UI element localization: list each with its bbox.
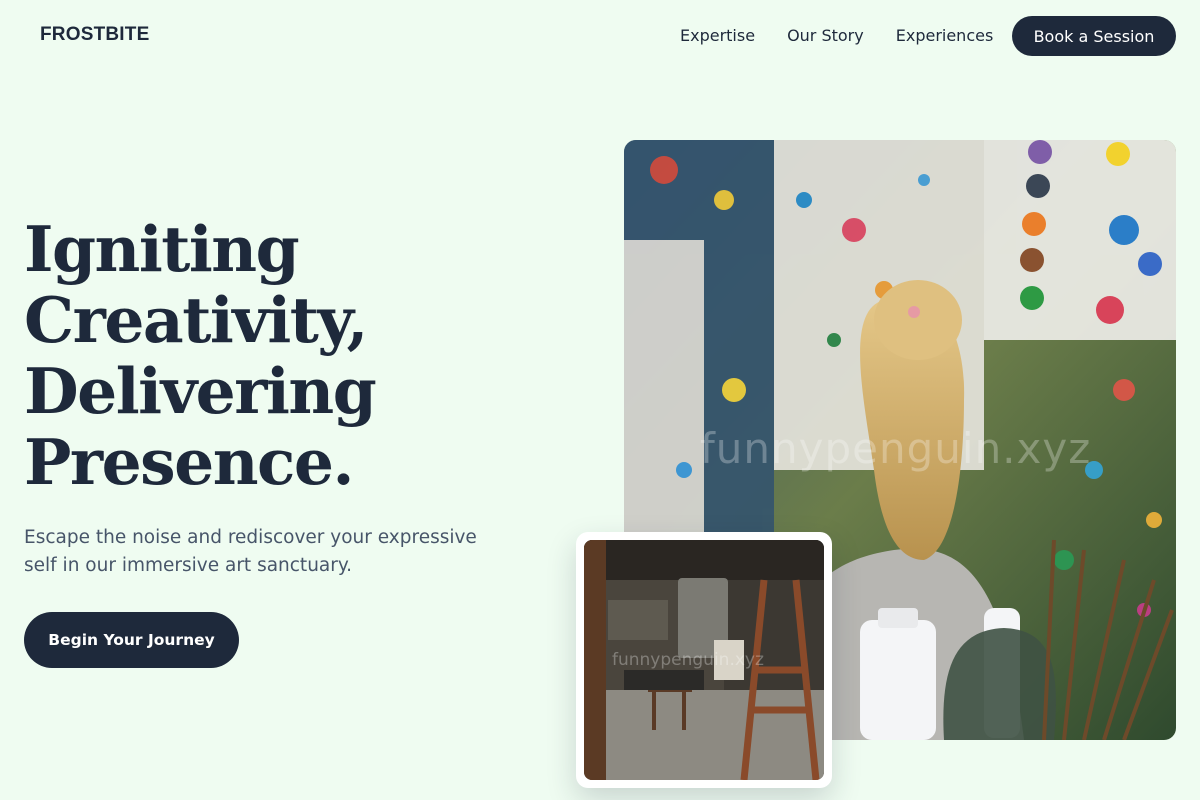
nav-link-experiences[interactable]: Experiences — [896, 26, 994, 45]
studio-image: funnypenguin.xyz — [584, 540, 824, 780]
book-session-button[interactable]: Book a Session — [1012, 16, 1176, 56]
studio-image-card: funnypenguin.xyz — [576, 532, 832, 788]
hero-title-line-2: Creativity, — [24, 283, 368, 357]
brand-logo[interactable]: FROSTBITE — [40, 24, 149, 46]
site-header: FROSTBITE Expertise Our Story Experience… — [0, 0, 1200, 72]
hero-title: Igniting Creativity, Delivering Presence… — [24, 214, 544, 498]
hero-subtitle: Escape the noise and rediscover your exp… — [24, 527, 477, 576]
nav-link-our-story[interactable]: Our Story — [787, 26, 864, 45]
card-image-watermark: funnypenguin.xyz — [612, 650, 764, 670]
hero-title-line-3: Delivering — [24, 354, 377, 428]
hero-title-line-1: Igniting — [24, 212, 300, 286]
nav-link-expertise[interactable]: Expertise — [680, 26, 755, 45]
hero-title-line-4: Presence. — [24, 425, 354, 499]
begin-journey-button[interactable]: Begin Your Journey — [24, 612, 239, 668]
main-nav: Expertise Our Story Experiences — [680, 26, 993, 45]
